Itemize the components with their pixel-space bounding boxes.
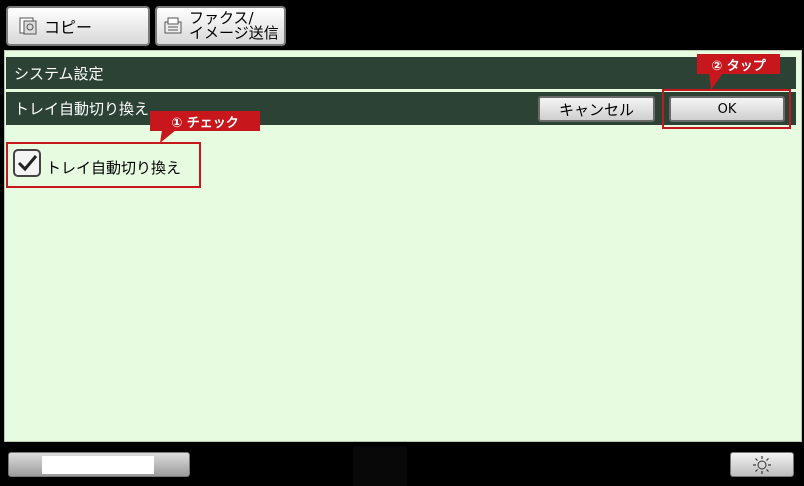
brightness-button[interactable]: [730, 452, 794, 477]
checkbox-label[interactable]: トレイ自動切り換え: [46, 157, 181, 178]
status-bar-fill: [42, 456, 154, 474]
callout-step2-text: ② タップ: [711, 58, 766, 74]
tab-fax-label-line2: イメージ送信: [189, 24, 279, 42]
callout-step1: ① チェック: [150, 111, 260, 131]
tab-copy-label: コピー: [44, 18, 93, 37]
sun-icon: [753, 455, 771, 474]
tab-fax-image-send[interactable]: ファクス/ イメージ送信: [155, 6, 286, 46]
status-bar-left: [8, 452, 190, 477]
page-title-text: システム設定: [14, 64, 104, 83]
callout-step2-pointer: [709, 73, 723, 90]
checkmark-icon: [17, 155, 38, 172]
tab-copy[interactable]: コピー: [6, 6, 150, 46]
callout-step2: ② タップ: [697, 54, 780, 74]
cancel-button[interactable]: キャンセル: [538, 96, 655, 122]
ok-button[interactable]: OK: [669, 96, 785, 122]
section-title: トレイ自動切り換え: [14, 100, 150, 118]
callout-step1-text: ① チェック: [171, 115, 239, 131]
copy-icon: [19, 17, 37, 35]
auto-tray-switch-checkbox[interactable]: [13, 149, 41, 177]
fax-icon: [164, 17, 182, 34]
page-title: システム設定: [6, 57, 796, 89]
bottom-divider: [353, 446, 407, 486]
